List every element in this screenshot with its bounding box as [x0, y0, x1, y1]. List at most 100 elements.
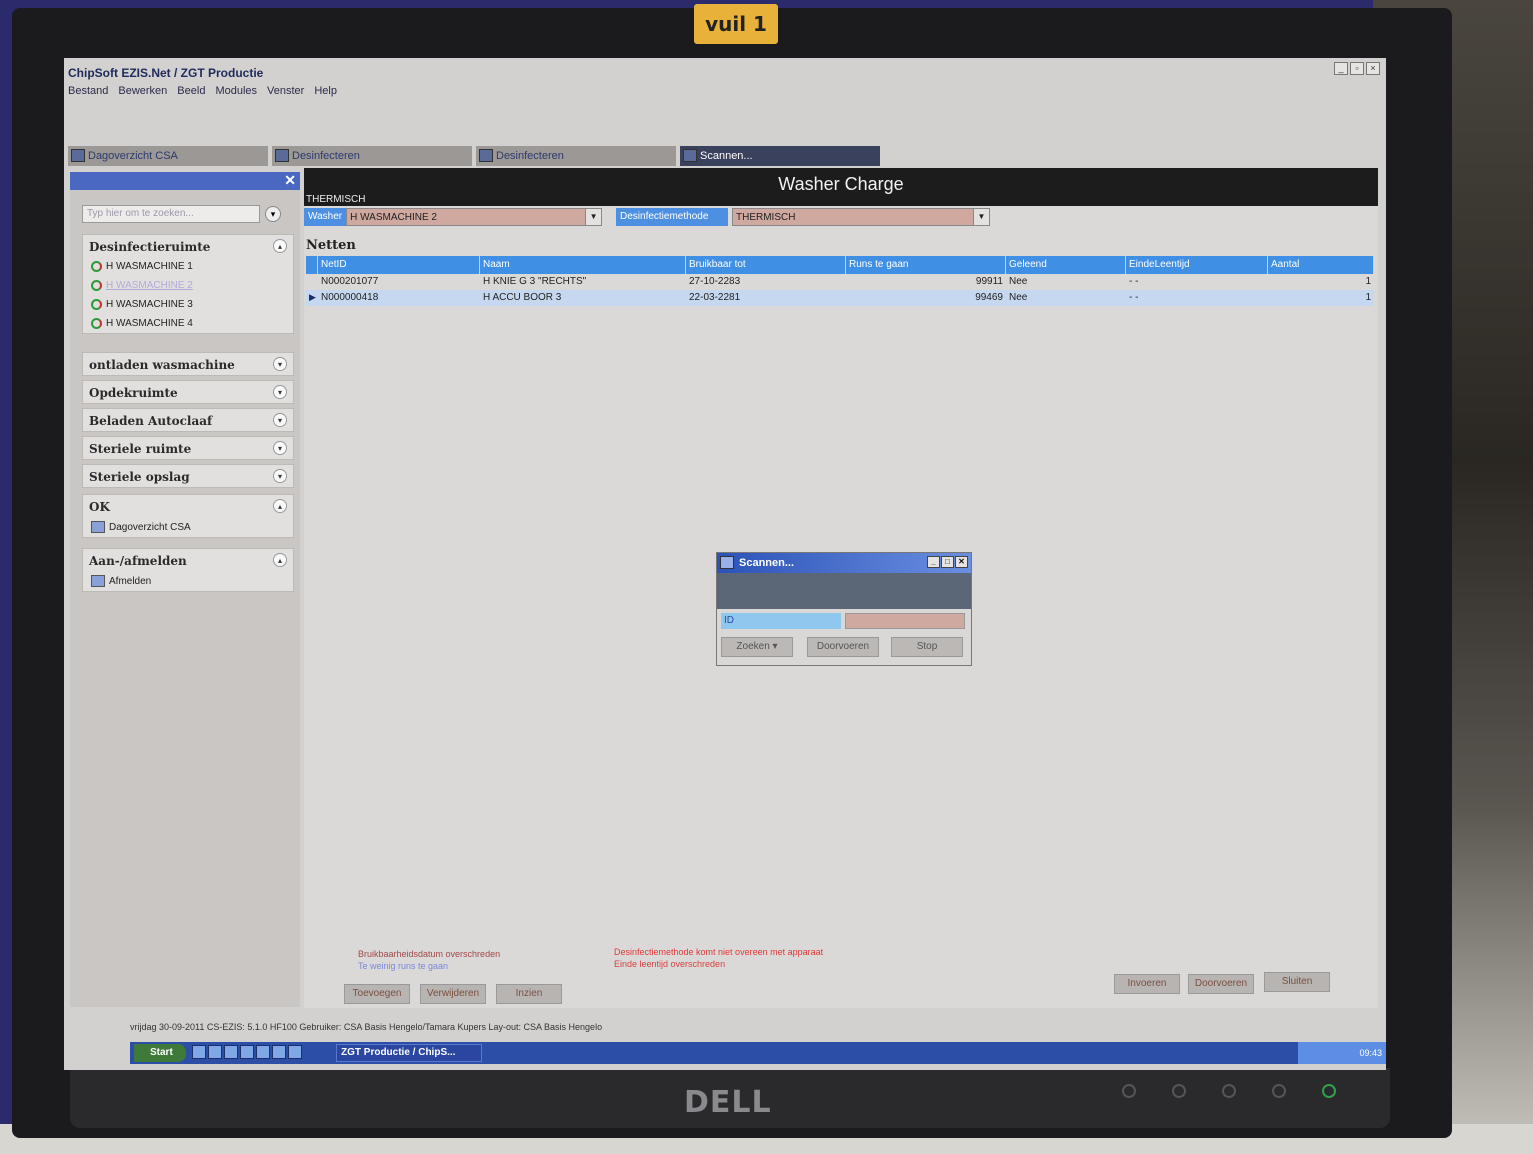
close-icon[interactable]: ✕	[955, 556, 968, 568]
cell: Nee	[1009, 276, 1028, 287]
group-header[interactable]: Opdekruimte ▾	[83, 381, 293, 403]
sidebar-item-wasmachine-2[interactable]: H WASMACHINE 2	[83, 276, 293, 295]
doorvoeren-button[interactable]: Doorvoeren	[1188, 974, 1254, 994]
group-header[interactable]: ontladen wasmachine ▾	[83, 353, 293, 375]
minimize-button[interactable]: _	[1334, 62, 1348, 75]
sidebar-item-afmelden[interactable]: Afmelden	[83, 571, 293, 591]
sluiten-button[interactable]: Sluiten	[1264, 972, 1330, 992]
column-header[interactable]: NetID	[318, 256, 480, 274]
verwijderen-button[interactable]: Verwijderen	[420, 984, 486, 1004]
chevron-down-icon[interactable]: ▾	[273, 413, 287, 427]
quicklaunch-icon[interactable]	[224, 1045, 238, 1059]
group-header[interactable]: Desinfectieruimte ▴	[83, 235, 293, 257]
group-header[interactable]: OK ▴	[83, 495, 293, 517]
column-header[interactable]: EindeLeentijd	[1126, 256, 1268, 274]
chevron-up-icon[interactable]: ▴	[273, 499, 287, 513]
column-header[interactable]: Naam	[480, 256, 686, 274]
close-button[interactable]: ×	[1366, 62, 1380, 75]
chevron-up-icon[interactable]: ▴	[273, 239, 287, 253]
monitor-power-button[interactable]	[1322, 1084, 1336, 1098]
method-field: Desinfectiemethode THERMISCH ▼	[616, 208, 990, 226]
quicklaunch-icon[interactable]	[240, 1045, 254, 1059]
chevron-down-icon[interactable]: ▾	[273, 469, 287, 483]
group-title: OK	[89, 500, 110, 514]
quicklaunch-icon[interactable]	[208, 1045, 222, 1059]
current-row-arrow-icon: ▶	[309, 292, 316, 302]
chevron-up-icon[interactable]: ▴	[273, 553, 287, 567]
tab-desinfecteren-2[interactable]: Desinfecteren	[476, 146, 676, 166]
tab-scannen[interactable]: Scannen...	[680, 146, 880, 166]
quicklaunch-icon[interactable]	[192, 1045, 206, 1059]
zoeken-button[interactable]: Zoeken ▾	[721, 637, 793, 657]
column-header[interactable]: Bruikbaar tot	[686, 256, 846, 274]
chevron-down-icon[interactable]: ▾	[273, 357, 287, 371]
sidebar-close-icon[interactable]: ✕	[284, 172, 296, 189]
group-header[interactable]: Steriele ruimte ▾	[83, 437, 293, 459]
menu-beeld[interactable]: Beeld	[177, 85, 205, 97]
maximize-button[interactable]: ▫	[1350, 62, 1364, 75]
cell: N000201077	[321, 276, 379, 287]
app-title: ChipSoft EZIS.Net / ZGT Productie	[68, 66, 264, 80]
table-row[interactable]: ▶ N000000418 H ACCU BOOR 3 22-03-2281 99…	[306, 290, 1374, 306]
group-header[interactable]: Aan-/afmelden ▴	[83, 549, 293, 571]
stop-button[interactable]: Stop	[891, 637, 963, 657]
quicklaunch-icon[interactable]	[288, 1045, 302, 1059]
row-selector	[306, 274, 318, 290]
maximize-icon[interactable]: □	[941, 556, 954, 568]
brand-logo: DELL	[684, 1085, 772, 1120]
chevron-down-icon[interactable]: ▼	[585, 209, 602, 225]
taskbar-app-button[interactable]: ZGT Productie / ChipS...	[336, 1044, 482, 1062]
legend-item: Desinfectiemethode komt niet overeen met…	[614, 947, 824, 957]
table-row[interactable]: N000201077 H KNIE G 3 "RECHTS" 27-10-228…	[306, 274, 1374, 290]
search-expand-icon[interactable]: ▾	[265, 206, 281, 222]
id-input[interactable]	[845, 613, 965, 629]
start-button[interactable]: Start	[134, 1044, 186, 1062]
monitor-plus-button[interactable]	[1272, 1084, 1286, 1098]
toevoegen-button[interactable]: Toevoegen	[344, 984, 410, 1004]
menu-bestand[interactable]: Bestand	[68, 85, 108, 97]
menu-help[interactable]: Help	[314, 85, 337, 97]
monitor-menu-button[interactable]	[1172, 1084, 1186, 1098]
monitor-minus-button[interactable]	[1222, 1084, 1236, 1098]
quicklaunch-icon[interactable]	[256, 1045, 270, 1059]
id-label: ID	[721, 613, 841, 629]
column-header[interactable]: Geleend	[1006, 256, 1126, 274]
method-caption: THERMISCH	[306, 194, 366, 205]
tab-label: Scannen...	[700, 150, 753, 162]
column-header[interactable]: Aantal	[1268, 256, 1374, 274]
sidebar-item-wasmachine-3[interactable]: H WASMACHINE 3	[83, 295, 293, 314]
tab-dagoverzicht[interactable]: Dagoverzicht CSA	[68, 146, 268, 166]
group-header[interactable]: Beladen Autoclaaf ▾	[83, 409, 293, 431]
tab-icon	[683, 149, 697, 162]
quicklaunch-icon[interactable]	[272, 1045, 286, 1059]
item-label: Dagoverzicht CSA	[109, 521, 191, 533]
method-select[interactable]: THERMISCH ▼	[732, 208, 990, 226]
washer-select[interactable]: H WASMACHINE 2 ▼	[346, 208, 603, 226]
sidebar-item-wasmachine-4[interactable]: H WASMACHINE 4	[83, 314, 293, 333]
invoeren-button[interactable]: Invoeren	[1114, 974, 1180, 994]
group-header[interactable]: Steriele opslag ▾	[83, 465, 293, 487]
inzien-button[interactable]: Inzien	[496, 984, 562, 1004]
screen: ChipSoft EZIS.Net / ZGT Productie _ ▫ × …	[64, 58, 1386, 1070]
tab-desinfecteren-1[interactable]: Desinfecteren	[272, 146, 472, 166]
chevron-down-icon[interactable]: ▾	[273, 385, 287, 399]
menu-venster[interactable]: Venster	[267, 85, 304, 97]
sidebar-item-dagoverzicht[interactable]: Dagoverzicht CSA	[83, 517, 293, 537]
chevron-down-icon[interactable]: ▾	[273, 441, 287, 455]
group-aanafmelden: Aan-/afmelden ▴ Afmelden	[82, 548, 294, 592]
item-label: H WASMACHINE 2	[106, 280, 193, 291]
dialog-controls: _ □ ✕	[927, 556, 968, 568]
dropdown-arrow-icon[interactable]: ▾	[773, 641, 778, 652]
menu-modules[interactable]: Modules	[215, 85, 257, 97]
minimize-icon[interactable]: _	[927, 556, 940, 568]
doorvoeren-dialog-button[interactable]: Doorvoeren	[807, 637, 879, 657]
dialog-title: Scannen...	[739, 557, 795, 569]
chevron-down-icon[interactable]: ▼	[973, 209, 989, 225]
clock: 09:43	[1359, 1048, 1382, 1058]
group-steriele-opslag: Steriele opslag ▾	[82, 464, 294, 488]
sidebar-search-input[interactable]: Typ hier om te zoeken...	[82, 205, 260, 223]
sidebar-item-wasmachine-1[interactable]: H WASMACHINE 1	[83, 257, 293, 276]
monitor-input-button[interactable]	[1122, 1084, 1136, 1098]
column-header[interactable]: Runs te gaan	[846, 256, 1006, 274]
menu-bewerken[interactable]: Bewerken	[118, 85, 167, 97]
